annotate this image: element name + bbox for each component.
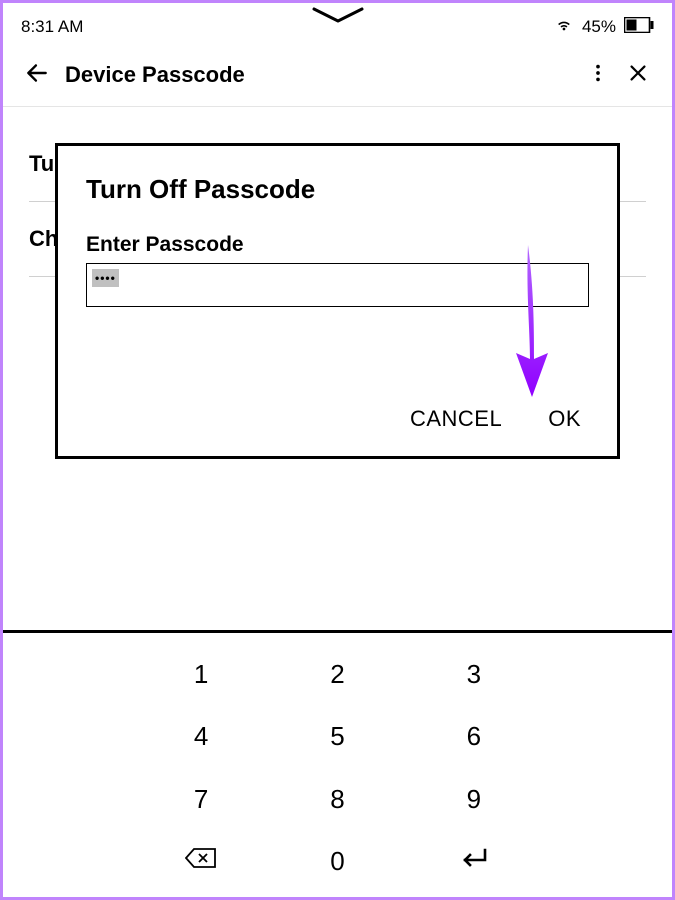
dialog-actions: CANCEL OK [86,406,589,432]
passcode-field-label: Enter Passcode [86,233,589,257]
backspace-icon [185,846,217,877]
status-bar: 8:31 AM 45% [3,3,672,47]
keypad-backspace[interactable] [133,831,269,894]
app-bar: Device Passcode [3,47,672,107]
more-vertical-icon [587,62,609,87]
passcode-input-wrap: •••• [86,263,589,307]
keypad-3[interactable]: 3 [406,643,542,706]
status-right: 45% [554,15,654,40]
cancel-button[interactable]: CANCEL [410,406,502,432]
keypad-8[interactable]: 8 [269,768,405,831]
turn-off-passcode-dialog: Turn Off Passcode Enter Passcode •••• CA… [55,143,620,459]
dialog-title: Turn Off Passcode [86,174,589,205]
keypad-4[interactable]: 4 [133,706,269,769]
keypad-2[interactable]: 2 [269,643,405,706]
keypad-9[interactable]: 9 [406,768,542,831]
keypad-1[interactable]: 1 [133,643,269,706]
status-time: 8:31 AM [21,17,83,37]
keypad-6[interactable]: 6 [406,706,542,769]
arrow-left-icon [24,60,50,89]
numeric-keypad: 1 2 3 4 5 6 7 8 9 0 [3,633,672,897]
passcode-input[interactable] [86,263,589,307]
keypad-enter[interactable] [406,831,542,894]
keypad-0[interactable]: 0 [269,831,405,894]
ok-button[interactable]: OK [548,406,581,432]
close-icon [627,62,649,87]
keypad-7[interactable]: 7 [133,768,269,831]
enter-icon [459,846,489,877]
page-title: Device Passcode [65,62,578,88]
battery-icon [624,17,654,38]
keypad-5[interactable]: 5 [269,706,405,769]
wifi-icon [554,15,574,40]
close-button[interactable] [618,55,658,95]
passcode-input-value: •••• [92,269,119,287]
overflow-menu-button[interactable] [578,55,618,95]
back-button[interactable] [17,55,57,95]
battery-percentage: 45% [582,17,616,37]
